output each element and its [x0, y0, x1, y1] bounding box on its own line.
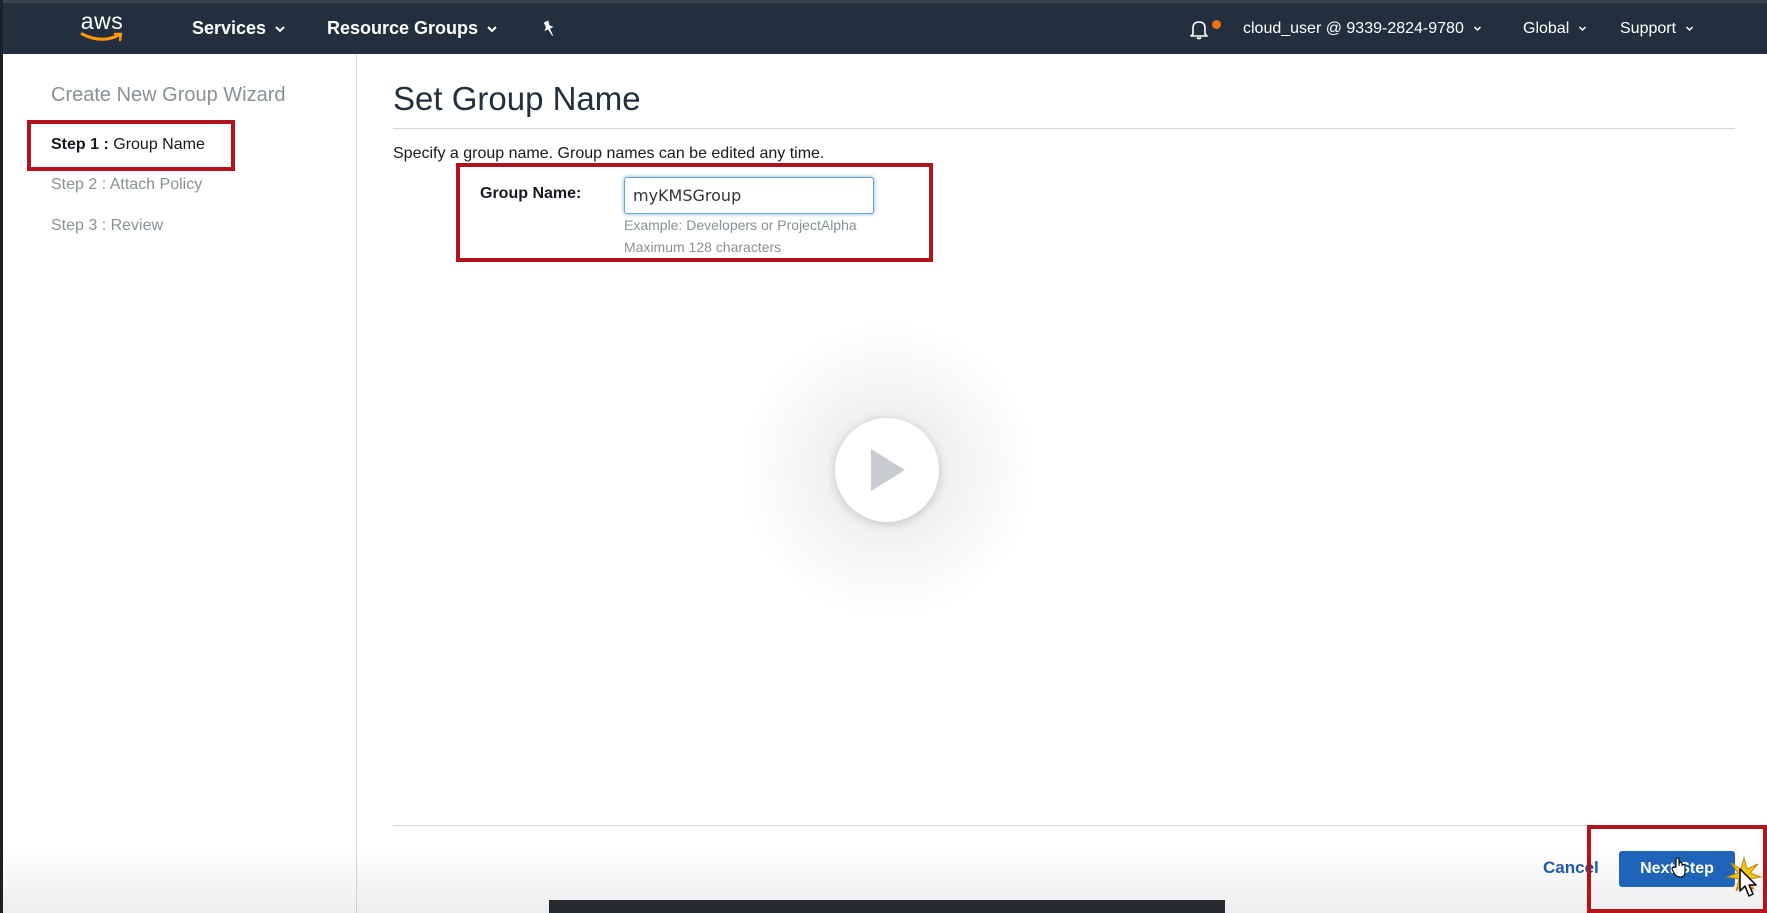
page-title: Set Group Name: [393, 80, 641, 117]
video-caption-bar: [549, 900, 1225, 913]
aws-logo[interactable]: aws: [76, 3, 128, 54]
group-name-input[interactable]: [624, 177, 874, 214]
services-label: Services: [192, 18, 267, 38]
video-play-button[interactable]: [835, 418, 939, 522]
chevron-down-icon: [1579, 26, 1587, 32]
group-name-label: Group Name:: [480, 185, 582, 202]
step-1-label: Group Name: [113, 136, 205, 153]
account-label: cloud_user @ 9339-2824-9780: [1243, 19, 1464, 37]
bell-icon: [1190, 20, 1208, 39]
chevron-down-icon: [1686, 26, 1694, 32]
aws-logo-text: aws: [80, 7, 124, 34]
step-1-group-name[interactable]: Step 1 : Group Name: [51, 136, 205, 154]
wizard-sidebar: Create New Group Wizard Step 1 : Group N…: [3, 54, 357, 913]
cancel-link[interactable]: Cancel: [1543, 858, 1599, 878]
next-step-button[interactable]: Next Step: [1619, 851, 1735, 887]
top-navigation-bar: aws Services Resource Groups cloud_user …: [0, 0, 1767, 54]
group-name-max-hint: Maximum 128 characters: [624, 239, 782, 255]
group-name-example-hint: Example: Developers or ProjectAlpha: [624, 217, 857, 233]
step-2-attach-policy[interactable]: Step 2 : Attach Policy: [51, 176, 202, 194]
pin-icon-glyph: [543, 19, 554, 36]
step-3-review[interactable]: Step 3 : Review: [51, 217, 163, 235]
play-icon: [871, 449, 905, 491]
region-label: Global: [1523, 19, 1570, 37]
step-1-prefix: Step 1 :: [51, 136, 109, 153]
services-menu[interactable]: Services: [192, 3, 286, 54]
pin-icon[interactable]: [540, 3, 560, 54]
support-menu[interactable]: Support: [1620, 3, 1694, 54]
window-edge: [0, 0, 3, 913]
aws-smile-icon: [80, 32, 123, 41]
resource-groups-menu[interactable]: Resource Groups: [327, 3, 498, 54]
notifications-bell[interactable]: [1188, 3, 1222, 54]
chevron-down-icon: [275, 25, 285, 32]
notification-badge: [1212, 20, 1221, 29]
support-label: Support: [1620, 19, 1677, 37]
chevron-down-icon: [487, 25, 497, 32]
chevron-down-icon: [1473, 26, 1481, 32]
resource-groups-label: Resource Groups: [327, 18, 479, 38]
account-menu[interactable]: cloud_user @ 9339-2824-9780: [1243, 3, 1482, 54]
title-divider: [393, 128, 1735, 129]
page-description: Specify a group name. Group names can be…: [393, 145, 825, 162]
region-menu[interactable]: Global: [1523, 3, 1587, 54]
mouse-pointer-icon: [1739, 868, 1757, 897]
footer-divider: [393, 825, 1735, 826]
wizard-title: Create New Group Wizard: [51, 84, 286, 106]
